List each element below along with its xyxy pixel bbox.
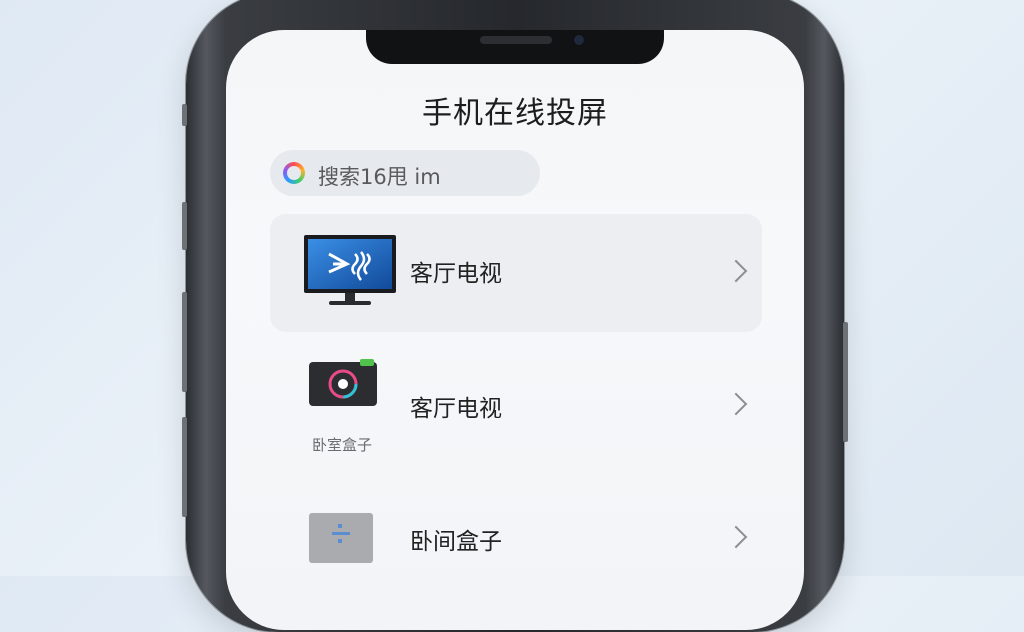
power-button (843, 322, 848, 442)
front-camera (571, 32, 587, 48)
chevron-right-icon (724, 259, 748, 283)
screen: 手机在线投屏 搜索16甩 im 客厅电视 卧室盒子 客厅电视 卧间盒子 (226, 30, 804, 630)
camera-box-icon (309, 359, 377, 406)
device-row-living-room-tv[interactable]: 客厅电视 (270, 214, 762, 332)
device-caption: 卧室盒子 (312, 436, 373, 454)
chevron-right-icon (724, 392, 748, 416)
phone-frame: 手机在线投屏 搜索16甩 im 客厅电视 卧室盒子 客厅电视 卧间盒子 (182, 0, 848, 632)
notch (366, 30, 664, 64)
silent-switch (182, 104, 187, 126)
device-row-bedroom-box[interactable]: 卧间盒子 (270, 486, 762, 604)
search-ring-icon (283, 162, 305, 184)
device-label: 客厅电视 (410, 396, 502, 422)
volume-button-2 (182, 417, 187, 517)
device-label: 卧间盒子 (410, 529, 502, 555)
device-label: 客厅电视 (410, 261, 502, 287)
search-bar[interactable]: 搜索16甩 im (270, 150, 540, 196)
page-title: 手机在线投屏 (422, 96, 608, 131)
device-row-camera-box[interactable]: 卧室盒子 客厅电视 (270, 350, 762, 468)
volume-down-button (182, 292, 187, 392)
gray-box-icon (309, 513, 373, 563)
search-text[interactable]: 搜索16甩 im (318, 161, 441, 191)
tv-icon (304, 235, 396, 305)
speaker-grille (480, 36, 552, 44)
chevron-right-icon (724, 525, 748, 549)
volume-up-button (182, 202, 187, 250)
